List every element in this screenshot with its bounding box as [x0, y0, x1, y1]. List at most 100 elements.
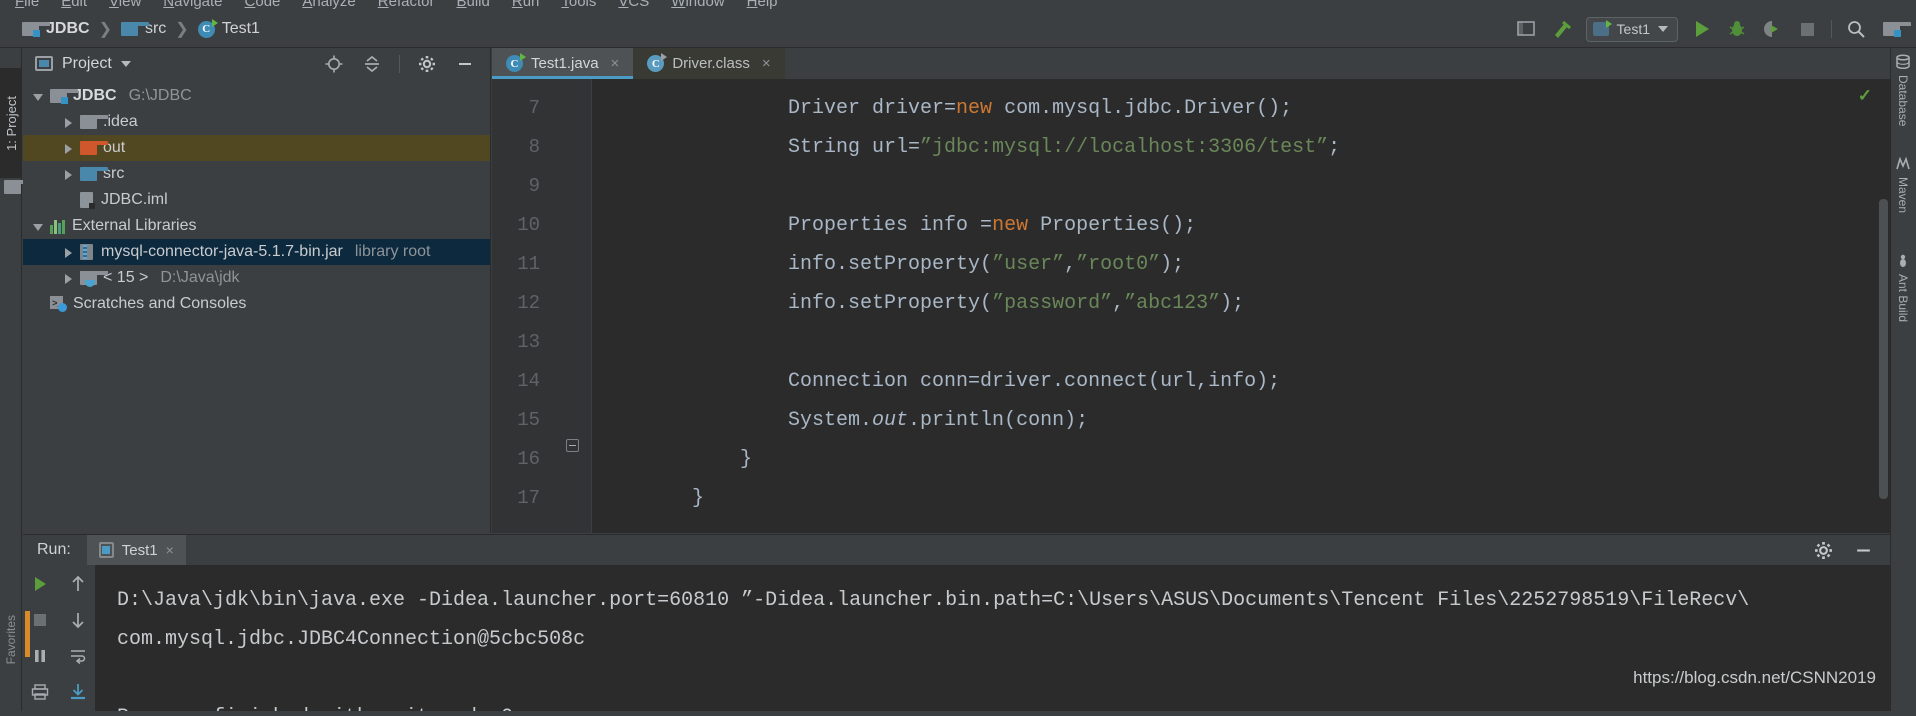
tree-node[interactable]: JDBC.iml: [23, 187, 490, 213]
run-with-coverage-button[interactable]: [1761, 18, 1783, 40]
tree-node[interactable]: out: [23, 135, 490, 161]
menu-item-tools[interactable]: Tools: [550, 0, 607, 9]
close-icon[interactable]: ×: [762, 55, 771, 72]
panel-divider: [399, 54, 400, 73]
breadcrumb-item-class[interactable]: C Test1: [197, 18, 260, 38]
chevron-down-icon[interactable]: [120, 60, 131, 67]
console-output[interactable]: D:\Java\jdk\bin\java.exe -Didea.launcher…: [95, 565, 1890, 716]
menu-item-refactor[interactable]: Refactor: [367, 0, 446, 9]
jdk-icon: [80, 270, 108, 287]
run-configuration-selector[interactable]: Test1: [1585, 16, 1678, 42]
chevron-right-icon[interactable]: [63, 273, 74, 284]
scroll-down-button[interactable]: [67, 609, 89, 631]
code-content[interactable]: Driver driver=new com.mysql.jdbc.Driver(…: [592, 79, 1890, 533]
breadcrumb-item-src[interactable]: src: [120, 20, 166, 38]
menu-item-window[interactable]: Window: [660, 0, 735, 9]
close-icon[interactable]: ×: [611, 55, 620, 72]
build-button[interactable]: [1551, 18, 1573, 40]
menu-item-help[interactable]: Help: [736, 0, 789, 9]
tree-node-sublabel: D:\Java\jdk: [160, 269, 240, 286]
menu-item-code[interactable]: Code: [234, 0, 292, 9]
chevron-right-icon[interactable]: [63, 143, 74, 154]
menu-item-analyze[interactable]: Analyze: [291, 0, 366, 9]
chevron-down-icon[interactable]: [33, 91, 44, 102]
tree-node[interactable]: < 15 > D:\Java\jdk: [23, 265, 490, 291]
export-icon: [71, 684, 85, 700]
code-token: ;: [1268, 370, 1281, 393]
sidebar-item-ant-build[interactable]: Ant Build: [1890, 253, 1916, 322]
project-settings-button[interactable]: [1880, 18, 1911, 40]
editor-area: C Test1.java × C Driver.class × 7 8 9 10 11 12 13 14…: [492, 48, 1890, 533]
structure-icon[interactable]: [4, 180, 32, 194]
code-folding-column: [552, 79, 592, 533]
sidebar-item-favorites[interactable]: Favorites: [2, 580, 20, 700]
sidebar-item-project-toolwindow[interactable]: 1: Project: [0, 68, 22, 178]
stop-process-button[interactable]: [29, 609, 51, 631]
watermark-text: https://blog.csdn.net/CSNN2019: [1633, 668, 1876, 687]
editor-tab[interactable]: C Test1.java ×: [492, 48, 634, 79]
code-token: ): [1160, 253, 1173, 276]
run-button[interactable]: [1691, 18, 1713, 40]
menu-item-run[interactable]: Run: [501, 0, 551, 9]
menu-item-view[interactable]: View: [98, 0, 152, 9]
code-token: ”user”: [992, 253, 1065, 276]
editor-scrollbar[interactable]: [1876, 79, 1890, 533]
tree-node[interactable]: .idea: [23, 109, 490, 135]
search-everywhere-button[interactable]: [1845, 18, 1867, 40]
run-settings-button[interactable]: [1812, 539, 1834, 561]
progress-indicator: [25, 611, 30, 657]
tool-window-label: 1: Project: [3, 95, 19, 151]
project-structure-button[interactable]: [1516, 18, 1538, 40]
tree-node-label: JDBC: [73, 87, 117, 104]
export-button[interactable]: [67, 681, 89, 703]
stop-button[interactable]: [1796, 18, 1818, 40]
breadcrumb-separator: ❯: [175, 21, 189, 38]
print-button[interactable]: [29, 681, 51, 703]
collapse-all-button[interactable]: [361, 53, 383, 75]
chevron-right-icon[interactable]: [63, 247, 74, 258]
menu-item-edit[interactable]: Edit: [50, 0, 98, 9]
tree-node[interactable]: src: [23, 161, 490, 187]
locate-file-button[interactable]: [323, 53, 345, 75]
editor-tab[interactable]: C Driver.class ×: [633, 48, 785, 79]
run-configuration-label: Test1: [1616, 21, 1650, 37]
breadcrumb-item-project[interactable]: JDBC: [22, 20, 90, 38]
editor-tab-label: Test1.java: [531, 55, 599, 72]
pause-icon: [35, 650, 45, 662]
chevron-right-icon[interactable]: [63, 117, 74, 128]
sidebar-item-maven[interactable]: Maven: [1890, 156, 1916, 213]
soft-wrap-button[interactable]: [67, 645, 89, 667]
inspection-status-badge[interactable]: ✓: [1858, 86, 1872, 106]
scroll-up-button[interactable]: [67, 573, 89, 595]
debug-button[interactable]: [1726, 18, 1748, 40]
code-token: ,: [1112, 292, 1125, 315]
minimize-icon: [459, 62, 471, 65]
run-tab-test1[interactable]: Test1 ×: [86, 535, 186, 565]
chevron-right-icon[interactable]: [63, 169, 74, 180]
sidebar-item-database[interactable]: Database: [1890, 54, 1916, 126]
tree-node[interactable]: External Libraries: [23, 213, 490, 239]
close-icon[interactable]: ×: [166, 542, 174, 558]
pause-output-button[interactable]: [29, 645, 51, 667]
hide-run-panel-button[interactable]: [1852, 539, 1874, 561]
chevron-down-icon[interactable]: [33, 221, 44, 232]
tree-node[interactable]: JDBC G:\JDBC: [23, 83, 490, 109]
run-panel-header: Run: Test1 ×: [23, 535, 1890, 565]
menu-item-vcs[interactable]: VCS: [607, 0, 660, 9]
tree-node[interactable]: >_ Scratches and Consoles: [23, 291, 490, 317]
tree-node[interactable]: mysql-connector-java-5.1.7-bin.jar librar…: [23, 239, 490, 265]
line-number: 13: [517, 331, 540, 353]
menu-item-file[interactable]: File: [4, 0, 50, 9]
code-token: ;: [1328, 136, 1341, 159]
panel-settings-button[interactable]: [416, 53, 438, 75]
menu-item-navigate[interactable]: Navigate: [152, 0, 233, 9]
fold-toggle-icon[interactable]: [566, 439, 579, 452]
gear-icon: [419, 55, 435, 72]
rerun-button[interactable]: [29, 573, 51, 595]
scrollbar-thumb[interactable]: [1879, 199, 1888, 499]
menu-item-build[interactable]: Build: [445, 0, 500, 9]
hide-panel-button[interactable]: [454, 53, 476, 75]
tree-node-label: mysql-connector-java-5.1.7-bin.jar: [101, 243, 343, 260]
compiled-class-icon: C: [647, 53, 668, 72]
